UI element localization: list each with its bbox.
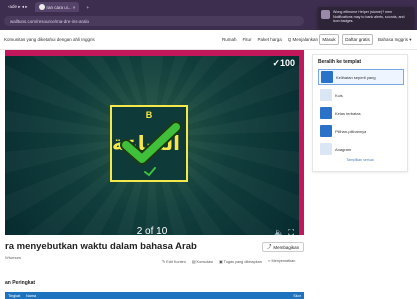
name-column-header: Nama — [26, 293, 37, 298]
show-all-link[interactable]: Tampilkan semua — [313, 158, 407, 162]
language-selector[interactable]: Bahasa Inggris ▾ — [378, 37, 412, 43]
viewer-controls: 🔈 ⛶ — [274, 228, 294, 235]
template-item-choices[interactable]: Pilihan-pilihannya — [318, 123, 404, 139]
template-item-quiz[interactable]: Kuis — [318, 87, 404, 103]
small-check-icon — [144, 167, 156, 177]
template-item-anagram[interactable]: Anagram — [318, 141, 404, 157]
template-label: Anagram — [335, 146, 352, 152]
template-label: Kelas terbatas — [335, 110, 361, 116]
share-label: Membagikan — [273, 244, 300, 250]
consolidate-link[interactable]: ▤ Konsolasi — [192, 259, 213, 264]
login-button[interactable]: Masuk — [319, 34, 339, 45]
page-indicator: 2 of 10 — [136, 226, 168, 235]
flash-card[interactable]: B الساعة — [110, 105, 188, 182]
favicon-icon — [38, 4, 45, 10]
nav-link-home[interactable]: Rumah — [222, 37, 237, 42]
rank-column-header: Tingkat — [8, 293, 21, 298]
template-panel: Beralih ke templat Kelihatan seperti yan… — [312, 54, 408, 172]
template-thumbnail — [321, 71, 333, 83]
panel-title: Beralih ke templat — [318, 59, 362, 65]
assign-label: Tugas yang ditetapkan — [223, 260, 262, 264]
browser-tab-1[interactable]: ‹ade ▸ ◂ ▸ — [4, 2, 32, 12]
edit-content-label: Edit Konten — [166, 260, 186, 264]
activity-actions: ✎ Edit Konten ▤ Konsolasi ▣ Tugas yang d… — [162, 259, 295, 264]
new-tab-button[interactable]: + — [82, 2, 93, 12]
embed-link[interactable]: ‹› Menyematkan — [268, 259, 295, 264]
template-label: Pilihan-pilihannya — [335, 128, 367, 134]
leaderboard-header: Tingkat Nama Skor — [5, 292, 304, 299]
browser-tab-active[interactable]: ran cara ui... × — [34, 2, 80, 12]
template-thumbnail — [320, 143, 332, 155]
embed-label: Menyematkan — [271, 259, 296, 263]
template-thumbnail — [320, 125, 332, 137]
template-thumbnail — [320, 89, 332, 101]
edit-content-link[interactable]: ✎ Edit Konten — [162, 259, 186, 264]
checkmark-icon — [120, 121, 182, 165]
consolidate-label: Konsolasi — [196, 260, 214, 264]
activity-title: ra menyebutkan waktu dalam bahasa Arab — [5, 241, 197, 252]
notification-text: Wong eithrome Helper (stome)? men Notifi… — [333, 10, 405, 24]
share-icon: ⤴ — [266, 244, 272, 249]
tab-label: ran cara ui... × — [46, 4, 76, 10]
activity-author[interactable]: Wiweses — [5, 255, 21, 260]
nav-link-pricing[interactable]: Paket harga — [258, 37, 282, 42]
assign-link[interactable]: ▣ Tugas yang ditetapkan — [219, 259, 262, 264]
tab-label: ‹ade ▸ ◂ ▸ — [8, 4, 28, 9]
template-item-current[interactable]: Kelihatan seperti yang — [318, 69, 404, 85]
breadcrumb: Komunitas yang diketahui dengan ahli Ing… — [4, 37, 95, 42]
signup-button[interactable]: Daftar gratis — [342, 34, 373, 45]
url-text: walltuns.com/resource/ma-dre-ins-aralo — [10, 18, 90, 24]
template-thumbnail — [320, 107, 332, 119]
address-bar[interactable]: walltuns.com/resource/ma-dre-ins-aralo — [4, 16, 304, 26]
plus-icon: + — [86, 4, 90, 10]
activity-viewer[interactable]: ✓100 B الساعة 2 of 10 🔈 ⛶ — [5, 50, 304, 235]
template-label: Kuis — [335, 92, 343, 98]
score-column-header: Skor — [293, 293, 301, 298]
leaderboard-title: an Peringkat — [5, 280, 36, 286]
share-button[interactable]: ⤴ Membagikan — [262, 242, 304, 252]
template-item-class[interactable]: Kelas terbatas — [318, 105, 404, 121]
nav-link-run[interactable]: Q Menjalankan — [288, 37, 318, 42]
fullscreen-icon[interactable]: ⛶ — [288, 228, 294, 235]
nav-links: Rumah Fitur Paket harga Q Menjalankan — [222, 37, 318, 42]
score-counter: ✓100 — [272, 58, 295, 68]
template-label: Kelihatan seperti yang — [336, 74, 376, 80]
site-header: Komunitas yang diketahui dengan ahli Ing… — [0, 30, 417, 50]
sound-icon[interactable]: 🔈 — [274, 228, 284, 235]
app-icon — [321, 10, 330, 19]
nav-link-features[interactable]: Fitur — [243, 37, 252, 42]
